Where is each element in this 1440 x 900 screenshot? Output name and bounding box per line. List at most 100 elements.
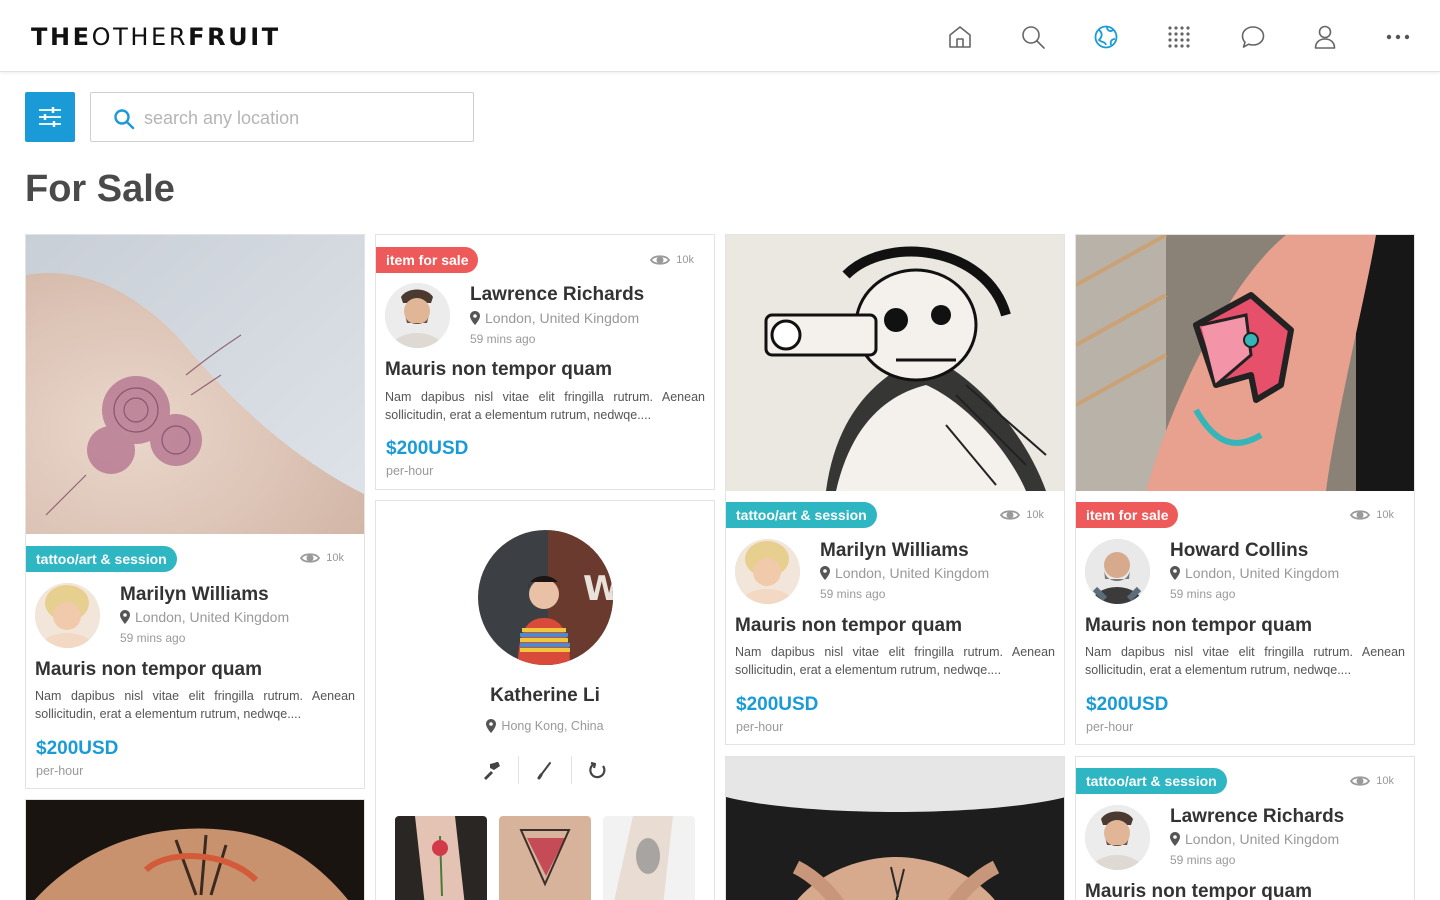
search-input[interactable]: [144, 101, 454, 135]
brand-logo[interactable]: THEOTHERFRUIT: [31, 24, 281, 50]
listing-title[interactable]: Mauris non tempor quam: [1085, 881, 1312, 900]
listing-card[interactable]: tattoo/art & session 10k Marilyn William…: [25, 234, 365, 789]
price-unit: per-hour: [36, 764, 84, 778]
eye-icon: [1350, 510, 1371, 520]
nav-more[interactable]: [1383, 22, 1413, 52]
listing-description: Nam dapibus nisl vitae elit fringilla ru…: [385, 390, 705, 422]
avatar[interactable]: [735, 539, 800, 604]
eye-icon: [1350, 776, 1371, 786]
map-pin-icon: [1170, 832, 1180, 846]
tattoo-machine-icon: [484, 762, 500, 780]
profile-avatar[interactable]: W: [478, 530, 613, 665]
artist-name[interactable]: Marilyn Williams: [820, 540, 969, 562]
listing-price: $200USD: [386, 438, 469, 459]
artist-name[interactable]: Lawrence Richards: [470, 284, 644, 306]
listing-description: Nam dapibus nisl vitae elit fringilla ru…: [735, 645, 1055, 677]
nav-search[interactable]: [1018, 22, 1048, 52]
sliders-icon: [39, 107, 61, 127]
location-text: London, United Kingdom: [1185, 565, 1340, 581]
avatar[interactable]: [385, 283, 450, 348]
view-count-value: 10k: [326, 552, 344, 564]
nav-profile[interactable]: [1310, 22, 1340, 52]
chat-icon: [1241, 26, 1265, 48]
view-count-value: 10k: [1376, 775, 1394, 787]
eye-icon: [300, 553, 321, 563]
post-time: 59 mins ago: [820, 587, 886, 601]
category-badge: item for sale: [1076, 502, 1179, 528]
nav-globe[interactable]: [1091, 22, 1121, 52]
map-pin-icon: [1170, 566, 1180, 580]
listing-title[interactable]: Mauris non tempor quam: [1085, 615, 1312, 637]
listing-price: $200USD: [36, 738, 119, 759]
eye-icon: [650, 255, 671, 265]
portfolio-thumbnail[interactable]: [603, 816, 695, 900]
grid-icon: [1168, 26, 1190, 48]
listing-photo[interactable]: [726, 757, 1064, 900]
listing-description: Nam dapibus nisl vitae elit fringilla ru…: [35, 689, 355, 721]
listing-price: $200USD: [736, 694, 819, 715]
artist-location: London, United Kingdom: [120, 609, 289, 625]
avatar[interactable]: [1085, 539, 1150, 604]
profile-name[interactable]: Katherine Li: [376, 685, 714, 707]
art-button[interactable]: [519, 756, 571, 784]
brush-icon: [537, 762, 551, 780]
listing-photo[interactable]: [1076, 235, 1414, 491]
listing-title[interactable]: Mauris non tempor quam: [735, 615, 962, 637]
nav-grid[interactable]: [1164, 22, 1194, 52]
tattoo-button[interactable]: [466, 756, 518, 784]
artist-name[interactable]: Marilyn Williams: [120, 584, 269, 606]
page-title: For Sale: [25, 168, 175, 210]
filter-button[interactable]: [25, 92, 75, 142]
listing-photo[interactable]: [26, 235, 364, 534]
location-text: London, United Kingdom: [135, 609, 290, 625]
view-count: 10k: [650, 253, 694, 267]
portfolio-thumbnail[interactable]: [395, 816, 487, 900]
location-text: London, United Kingdom: [485, 310, 640, 326]
refresh-icon: [589, 761, 606, 779]
view-count-value: 10k: [676, 254, 694, 266]
price-unit: per-hour: [1086, 720, 1134, 734]
listing-photo[interactable]: [26, 800, 364, 900]
brand-part-2: OTHER: [91, 23, 189, 51]
map-pin-icon: [486, 719, 497, 733]
category-badge: tattoo/art & session: [26, 546, 177, 572]
view-count: 10k: [1350, 774, 1394, 788]
listing-card[interactable]: item for sale 10k Lawrence Richards Lond…: [375, 234, 715, 490]
artist-location: London, United Kingdom: [1170, 565, 1339, 581]
listing-card[interactable]: item for sale 10k Howard Collins London,…: [1075, 234, 1415, 745]
artist-name[interactable]: Howard Collins: [1170, 540, 1308, 562]
listing-photo[interactable]: [726, 235, 1064, 491]
artist-profile-card[interactable]: W Katherine Li Hong Kong, China: [375, 500, 715, 900]
location-text: London, United Kingdom: [1185, 831, 1340, 847]
location-text: London, United Kingdom: [835, 565, 990, 581]
top-bar: THEOTHERFRUIT: [0, 0, 1440, 72]
avatar[interactable]: [35, 583, 100, 648]
listing-card[interactable]: tattoo/art & session 10k Lawrence Richar…: [1075, 756, 1415, 900]
home-icon: [949, 26, 971, 48]
view-count: 10k: [1350, 508, 1394, 522]
map-pin-icon: [120, 610, 130, 624]
profile-location: Hong Kong, China: [376, 719, 714, 733]
portfolio-thumbnail[interactable]: [499, 816, 591, 900]
listing-title[interactable]: Mauris non tempor quam: [385, 359, 612, 381]
artist-name[interactable]: Lawrence Richards: [1170, 806, 1344, 828]
post-time: 59 mins ago: [120, 631, 186, 645]
profile-tools: [376, 756, 714, 784]
more-icon: [1386, 34, 1410, 40]
post-time: 59 mins ago: [1170, 853, 1236, 867]
listing-card[interactable]: [25, 799, 365, 900]
nav-home[interactable]: [945, 22, 975, 52]
avatar[interactable]: [1085, 805, 1150, 870]
session-button[interactable]: [572, 756, 624, 784]
view-count: 10k: [1000, 508, 1044, 522]
search-icon: [114, 109, 135, 130]
listing-card[interactable]: tattoo/art & session 10k Marilyn William…: [725, 234, 1065, 745]
artist-location: London, United Kingdom: [820, 565, 989, 581]
listing-title[interactable]: Mauris non tempor quam: [35, 659, 262, 681]
nav-chat[interactable]: [1238, 22, 1268, 52]
eye-icon: [1000, 510, 1021, 520]
view-count-value: 10k: [1026, 509, 1044, 521]
listing-card[interactable]: [725, 756, 1065, 900]
location-text: Hong Kong, China: [501, 719, 604, 733]
brand-part-1: THE: [31, 23, 92, 51]
